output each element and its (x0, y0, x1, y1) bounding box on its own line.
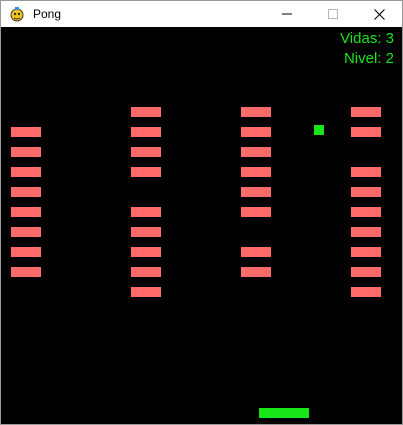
brick (11, 267, 41, 277)
lives-counter: Vidas: 3 (340, 30, 394, 47)
minimize-button[interactable] (264, 1, 310, 27)
close-icon (373, 8, 385, 20)
brick (131, 107, 161, 117)
brick (131, 127, 161, 137)
game-canvas[interactable]: Vidas: 3 Nivel: 2 (1, 27, 402, 424)
brick (131, 227, 161, 237)
app-window: Pong Vidas: 3 Nivel: 2 (0, 0, 403, 425)
brick (351, 247, 381, 257)
brick (351, 167, 381, 177)
maximize-button[interactable] (310, 1, 356, 27)
brick (351, 287, 381, 297)
maximize-icon (328, 9, 338, 19)
brick (241, 107, 271, 117)
brick (131, 287, 161, 297)
brick (241, 267, 271, 277)
brick (241, 247, 271, 257)
brick (11, 187, 41, 197)
close-button[interactable] (356, 1, 402, 27)
brick (241, 207, 271, 217)
title-bar[interactable]: Pong (1, 1, 402, 27)
ball (314, 125, 324, 135)
window-title: Pong (33, 7, 62, 21)
brick (11, 227, 41, 237)
brick (131, 207, 161, 217)
brick (351, 267, 381, 277)
brick (131, 147, 161, 157)
pygame-snake-icon (9, 6, 25, 22)
brick (351, 107, 381, 117)
brick (131, 247, 161, 257)
brick (351, 127, 381, 137)
brick (241, 147, 271, 157)
brick (11, 147, 41, 157)
brick (131, 167, 161, 177)
brick (241, 187, 271, 197)
brick (241, 167, 271, 177)
level-indicator: Nivel: 2 (343, 50, 394, 67)
brick (11, 207, 41, 217)
brick (11, 127, 41, 137)
brick (351, 207, 381, 217)
brick (241, 127, 271, 137)
brick (11, 167, 41, 177)
minimize-icon (282, 13, 292, 15)
brick (131, 267, 161, 277)
paddle[interactable] (259, 408, 309, 418)
brick (351, 187, 381, 197)
brick (351, 227, 381, 237)
brick (11, 247, 41, 257)
